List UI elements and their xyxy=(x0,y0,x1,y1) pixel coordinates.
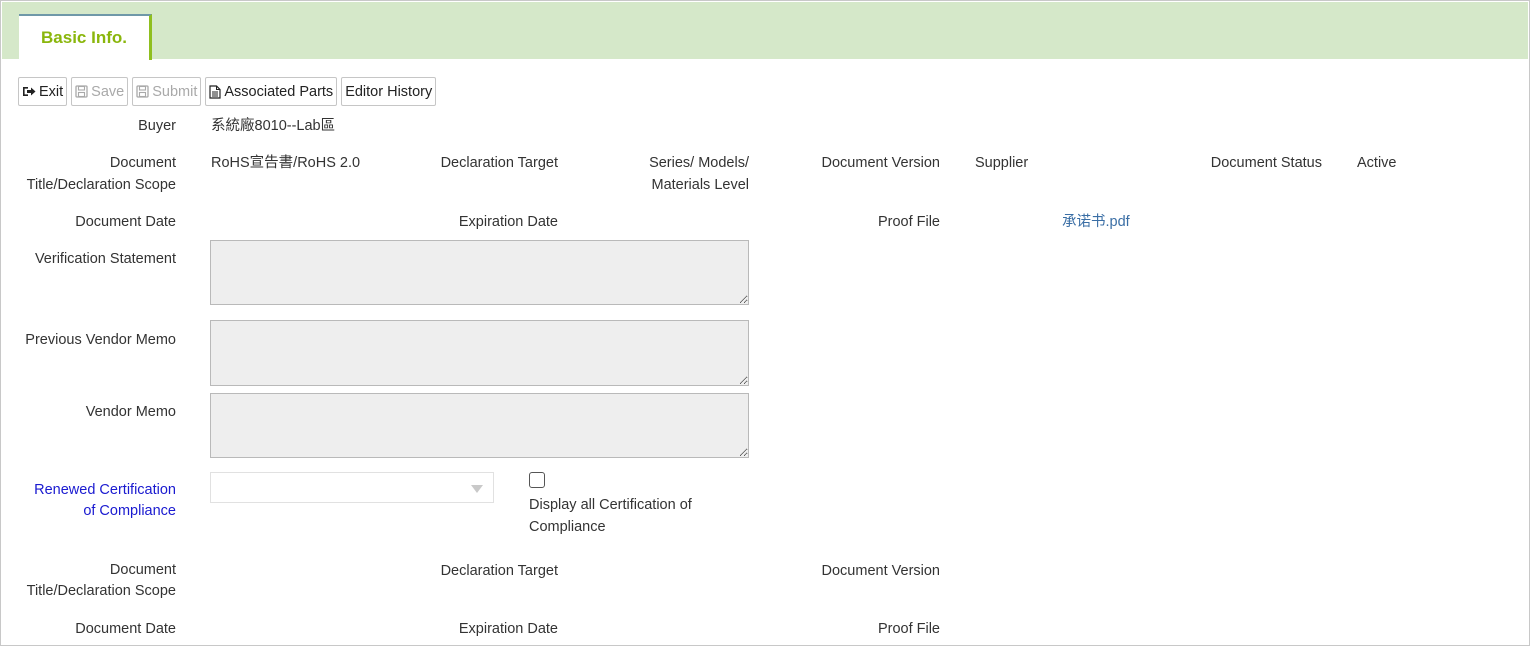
floppy-disk-icon xyxy=(136,85,149,98)
verification-statement-label: Verification Statement xyxy=(34,251,176,267)
display-all-label-line2: Compliance xyxy=(529,519,606,535)
renewed-doc-date-label: Document Date xyxy=(75,621,176,637)
display-all-certification-checkbox[interactable] xyxy=(529,472,545,488)
display-all-label-line1: Display all Certification of xyxy=(529,497,692,513)
exit-icon xyxy=(22,85,36,98)
declaration-target-value-line2: Materials Level xyxy=(651,177,749,193)
declaration-target-value-line1: Series/ Models/ xyxy=(649,155,749,171)
doc-status-value: Active xyxy=(1357,155,1397,171)
associated-parts-label: Associated Parts xyxy=(224,83,334,100)
renewed-certification-label: Renewed Certification of Compliance xyxy=(11,480,176,522)
doc-version-value: Supplier xyxy=(975,155,1029,171)
save-label: Save xyxy=(91,83,125,100)
exit-button[interactable]: Exit xyxy=(18,77,68,106)
renewed-expiration-date-label: Expiration Date xyxy=(458,621,558,637)
doc-status-label: Document Status xyxy=(1210,155,1322,171)
proof-file-link[interactable]: 承诺书.pdf xyxy=(1062,211,1130,233)
renewed-doc-title-label: Document Title/Declaration Scope xyxy=(11,560,176,602)
renewed-doc-title-label-line2: Title/Declaration Scope xyxy=(26,583,176,599)
buyer-label: Buyer xyxy=(138,118,176,134)
doc-title-label-line1: Document xyxy=(109,155,176,171)
page-frame: Basic Info. Exit Save Submit Associated … xyxy=(0,0,1530,646)
proof-file-label: Proof File xyxy=(877,214,940,230)
buyer-value: 系統廠8010--Lab區 xyxy=(211,118,336,134)
document-icon xyxy=(209,84,221,99)
exit-label: Exit xyxy=(39,83,64,100)
save-button[interactable]: Save xyxy=(71,77,129,106)
doc-title-label-line2: Title/Declaration Scope xyxy=(26,177,176,193)
renewed-declaration-target-label: Declaration Target xyxy=(440,563,558,579)
renewed-certification-label-line2: of Compliance xyxy=(83,503,176,519)
tab-basic-info-label: Basic Info. xyxy=(41,28,127,47)
previous-vendor-memo-textarea[interactable] xyxy=(210,320,749,386)
renewed-certification-select[interactable] xyxy=(210,472,494,503)
previous-vendor-memo-label: Previous Vendor Memo xyxy=(25,332,176,348)
display-all-certification-label: Display all Certification of Compliance xyxy=(529,494,692,538)
renewed-certification-label-line1: Renewed Certification xyxy=(34,482,176,498)
doc-date-label: Document Date xyxy=(75,214,176,230)
submit-button[interactable]: Submit xyxy=(132,77,202,106)
doc-title-value: RoHS宣告書/RoHS 2.0 xyxy=(211,155,361,171)
vendor-memo-label: Vendor Memo xyxy=(85,404,176,420)
renewed-proof-file-label: Proof File xyxy=(877,621,940,637)
expiration-date-label: Expiration Date xyxy=(458,214,558,230)
renewed-doc-version-label: Document Version xyxy=(821,563,940,579)
toolbar: Exit Save Submit Associated Parts Editor… xyxy=(18,77,437,107)
tab-bar: Basic Info. xyxy=(2,2,1528,60)
tab-basic-info[interactable]: Basic Info. xyxy=(19,14,152,60)
editor-history-label: Editor History xyxy=(345,83,433,100)
floppy-disk-icon xyxy=(75,85,88,98)
editor-history-button[interactable]: Editor History xyxy=(341,77,437,106)
chevron-down-icon xyxy=(471,485,483,493)
doc-version-label: Document Version xyxy=(821,155,940,171)
doc-title-label: Document Title/Declaration Scope xyxy=(11,152,176,196)
vendor-memo-textarea[interactable] xyxy=(210,393,749,458)
submit-label: Submit xyxy=(152,83,198,100)
verification-statement-textarea[interactable] xyxy=(210,240,749,305)
declaration-target-label: Declaration Target xyxy=(440,155,558,171)
associated-parts-button[interactable]: Associated Parts xyxy=(205,77,338,106)
declaration-target-value: Series/ Models/ Materials Level xyxy=(591,152,749,196)
renewed-doc-title-label-line1: Document xyxy=(109,562,176,578)
